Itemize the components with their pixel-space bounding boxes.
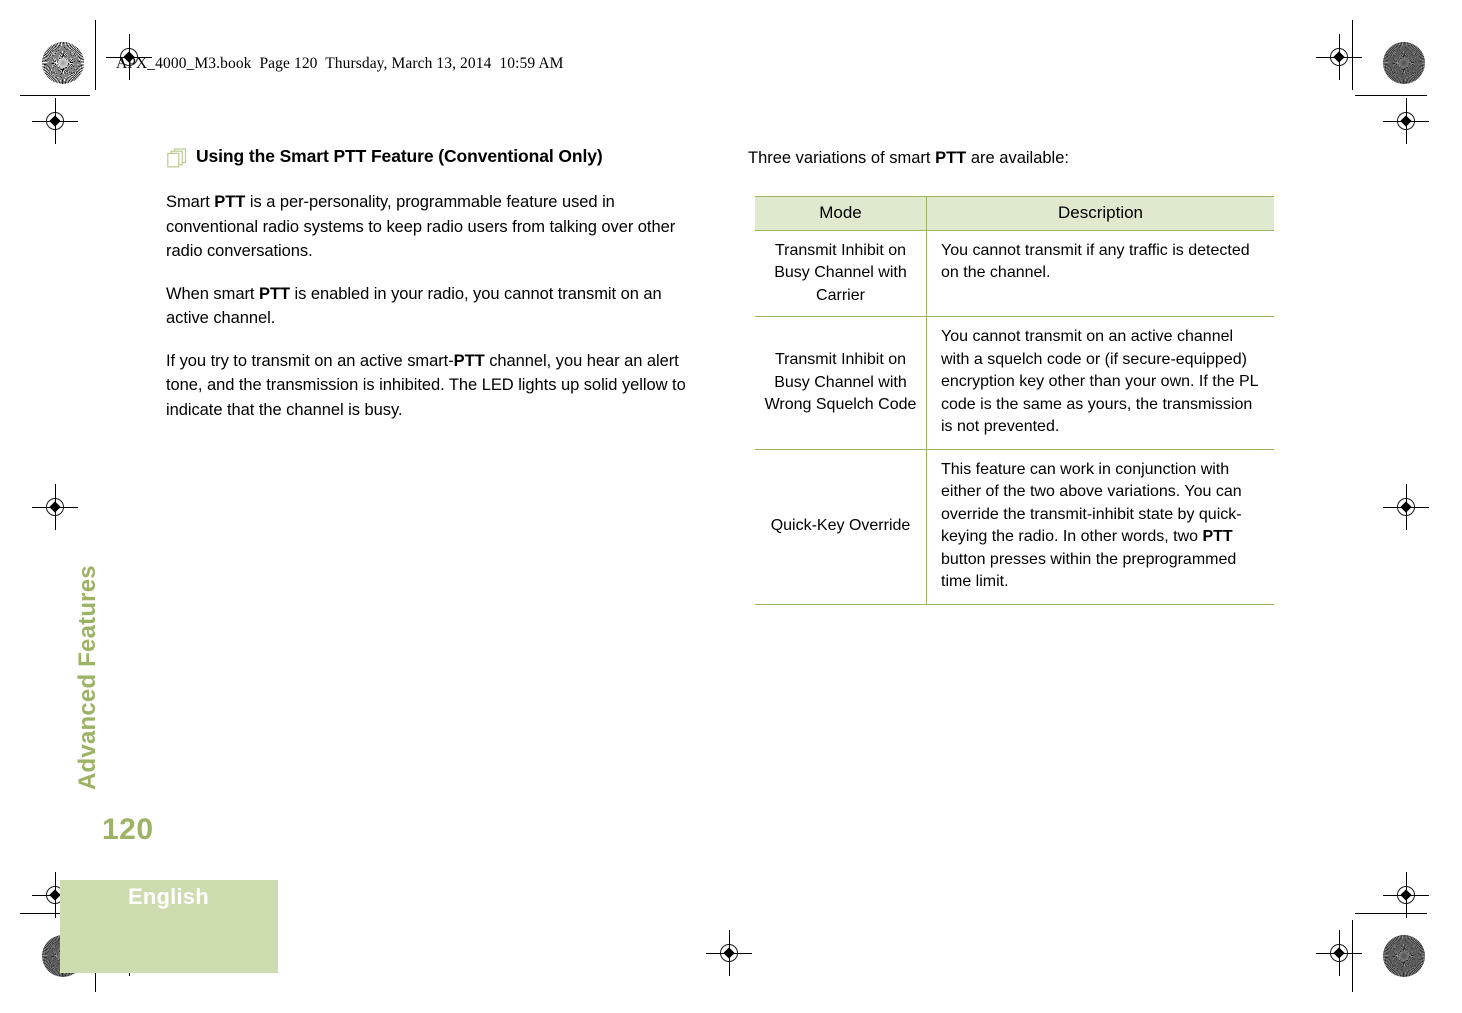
section-side-tab: Advanced Features (74, 565, 101, 790)
resolution-target-top-right (1383, 42, 1425, 84)
table-row: Quick-Key Override This feature can work… (755, 448, 1274, 605)
cell-mode: Transmit Inhibit on Busy Channel with Ca… (755, 229, 927, 317)
registration-mark-bottom-right-outer (1383, 872, 1429, 918)
cell-description: You cannot transmit on an active channel… (926, 316, 1274, 450)
registration-mark-middle-left (32, 484, 78, 530)
crop-rule-top-right-vert (1352, 20, 1354, 90)
cell-mode: Quick-Key Override (755, 448, 927, 605)
print-slug-line: APX_4000_M3.book Page 120 Thursday, Marc… (116, 55, 564, 72)
crop-rule-bottom-right-vert (1352, 920, 1354, 992)
resolution-target-top-left (42, 42, 84, 84)
table-intro-text: Three variations of smart PTT are availa… (748, 149, 1069, 167)
crop-rule-top-left-vert (95, 20, 97, 90)
table-header-row: Mode Description (755, 195, 1274, 231)
table-body: Transmit Inhibit on Busy Channel with Ca… (755, 229, 1274, 605)
cell-description: You cannot transmit if any traffic is de… (926, 229, 1274, 317)
language-label: English (128, 884, 209, 909)
stacked-pages-icon (166, 148, 188, 173)
resolution-target-bottom-right (1383, 935, 1425, 977)
registration-mark-bottom-right-inner (1316, 930, 1362, 976)
registration-mark-bottom-center (706, 930, 752, 976)
crop-rule-top-right (1355, 95, 1427, 97)
paragraph-smart-ptt-enabled: When smart PTT is enabled in your radio,… (166, 284, 662, 328)
table-row: Transmit Inhibit on Busy Channel with Wr… (755, 316, 1274, 450)
cell-description: This feature can work in conjunction wit… (926, 448, 1274, 605)
cell-mode: Transmit Inhibit on Busy Channel with Wr… (755, 316, 927, 450)
smart-ptt-variations-table: Mode Description Transmit Inhibit on Bus… (755, 195, 1274, 605)
page-title: Using the Smart PTT Feature (Conventiona… (196, 146, 603, 166)
page-number: 120 (102, 813, 154, 846)
right-content-column: Three variations of smart PTT are availa… (748, 146, 1274, 605)
registration-mark-top-right-outer (1383, 98, 1429, 144)
paragraph-smart-ptt-alert: If you try to transmit on an active smar… (166, 351, 686, 419)
crop-rule-top-left (20, 95, 90, 97)
column-header-mode: Mode (755, 195, 927, 231)
crop-rule-bottom-right (1355, 913, 1427, 915)
registration-mark-top-left-outer (32, 98, 78, 144)
registration-mark-top-right-inner (1316, 34, 1362, 80)
table-row: Transmit Inhibit on Busy Channel with Ca… (755, 229, 1274, 317)
left-content-column: Using the Smart PTT Feature (Conventiona… (166, 146, 696, 422)
registration-mark-middle-right (1383, 484, 1429, 530)
column-header-description: Description (926, 195, 1274, 231)
paragraph-smart-ptt-definition: Smart PTT is a per-personality, programm… (166, 193, 676, 260)
section-heading-row: Using the Smart PTT Feature (Conventiona… (166, 146, 696, 173)
